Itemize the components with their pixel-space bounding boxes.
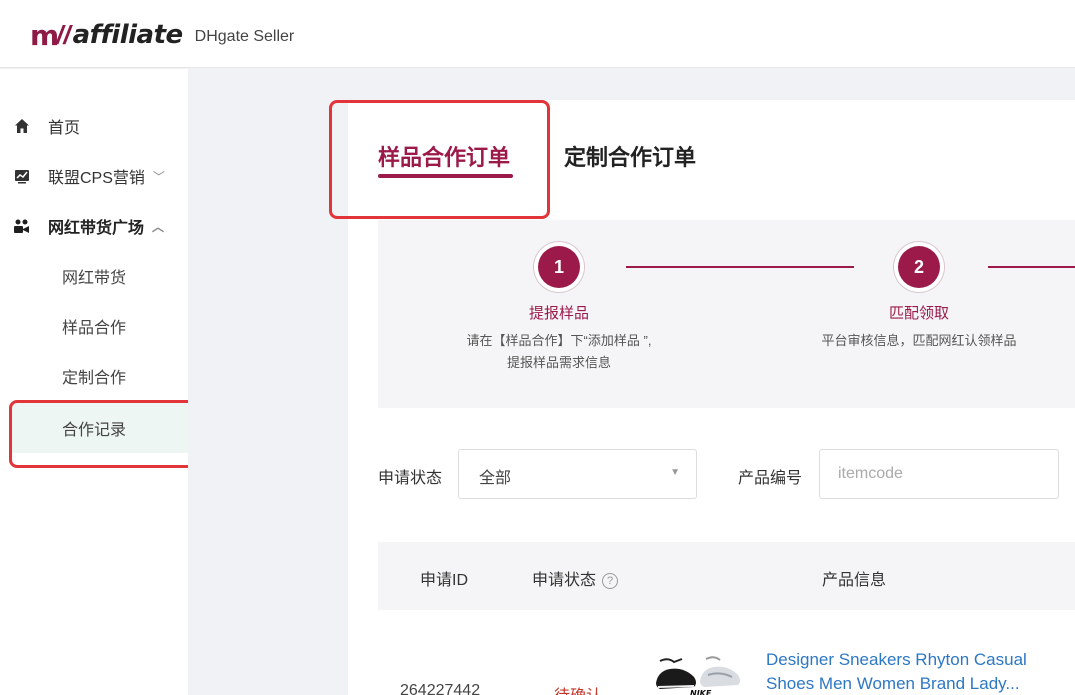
home-icon <box>13 117 31 135</box>
steps-panel: 1 提报样品 请在【样品合作】下“添加样品 ”, 提报样品需求信息 2 匹配领取… <box>378 220 1075 408</box>
logo[interactable]: m // affiliate DHgate Seller <box>30 18 294 52</box>
step-title: 提报样品 <box>528 305 589 322</box>
row-status: 待确认 <box>554 682 602 695</box>
sidebar-subitem-coop-records[interactable]: 合作记录 <box>12 403 188 453</box>
step-desc-line: 请在【样品合作】下“添加样品 ”, <box>466 333 652 348</box>
row-application-id: 264227442 <box>400 682 481 695</box>
sidebar-item-label: 首页 <box>48 120 81 137</box>
step-desc-line: 平台审核信息，匹配网红认领样品 <box>821 333 1017 348</box>
status-select[interactable]: 全部 ▼ <box>458 449 697 499</box>
svg-text:NIKE: NIKE <box>690 689 712 695</box>
sidebar-subitem-sample-coop[interactable]: 样品合作 <box>12 301 188 351</box>
status-select-value: 全部 <box>479 470 512 487</box>
sidebar-item-influencer-plaza[interactable]: 网红带货广场 ︿ <box>0 201 188 251</box>
product-link[interactable]: Designer Sneakers Rhyton Casual Shoes Me… <box>766 648 1066 695</box>
influencer-icon <box>13 217 31 235</box>
step-number: 1 <box>538 246 580 288</box>
chevron-up-icon: ︿ <box>152 219 165 234</box>
main-content: 样品合作订单 定制合作订单 1 提报样品 请在【样品合作】下“添加样品 ”, 提… <box>188 69 1075 695</box>
step-number: 2 <box>898 246 940 288</box>
column-header-status-label: 申请状态 <box>532 572 597 589</box>
tab-active-underline <box>378 174 513 178</box>
sidebar-subitem-custom-coop[interactable]: 定制合作 <box>12 351 188 401</box>
status-filter-label: 申请状态 <box>378 470 443 487</box>
top-bar: m // affiliate DHgate Seller <box>0 0 1075 68</box>
tab-custom-orders[interactable]: 定制合作订单 <box>564 140 696 172</box>
item-code-input[interactable] <box>819 449 1059 499</box>
content-card: 样品合作订单 定制合作订单 1 提报样品 请在【样品合作】下“添加样品 ”, 提… <box>348 100 1075 695</box>
logo-subtitle: DHgate Seller <box>194 28 295 45</box>
chevron-down-icon: ﹀ <box>152 169 165 184</box>
step-description: 平台审核信息，匹配网红认领样品 <box>769 330 1069 352</box>
chevron-down-icon: ▼ <box>670 467 680 478</box>
sidebar-item-label: 联盟CPS营销 <box>48 170 145 187</box>
step-description: 请在【样品合作】下“添加样品 ”, 提报样品需求信息 <box>399 330 719 374</box>
chart-icon <box>13 167 31 185</box>
table-header: 申请ID 申请状态? 产品信息 <box>378 542 1075 610</box>
logo-mark: m <box>30 18 59 52</box>
column-header-product: 产品信息 <box>822 572 887 589</box>
sidebar-item-home[interactable]: 首页 <box>0 101 188 151</box>
item-code-label: 产品编号 <box>738 470 803 487</box>
tab-sample-orders[interactable]: 样品合作订单 <box>378 140 510 172</box>
sidebar-item-cps[interactable]: 联盟CPS营销 ﹀ <box>0 151 188 201</box>
sidebar: 首页 联盟CPS营销 ﹀ 网红带货广场 ︿ 网红带货 样品合作 定制合作 合作记… <box>0 69 188 695</box>
sidebar-item-label: 网红带货广场 <box>48 220 145 237</box>
logo-text: affiliate <box>72 20 184 50</box>
step-connector <box>988 266 1075 268</box>
step-desc-line: 提报样品需求信息 <box>506 355 611 370</box>
step-connector <box>626 266 854 268</box>
column-header-id: 申请ID <box>420 572 469 589</box>
product-thumbnail[interactable]: NIKE <box>654 645 742 695</box>
sidebar-subitem-influencer-sales[interactable]: 网红带货 <box>12 251 188 301</box>
logo-slash: // <box>56 19 71 50</box>
step-title: 匹配领取 <box>888 305 949 322</box>
help-icon[interactable]: ? <box>602 573 619 589</box>
column-header-status: 申请状态? <box>532 566 619 590</box>
